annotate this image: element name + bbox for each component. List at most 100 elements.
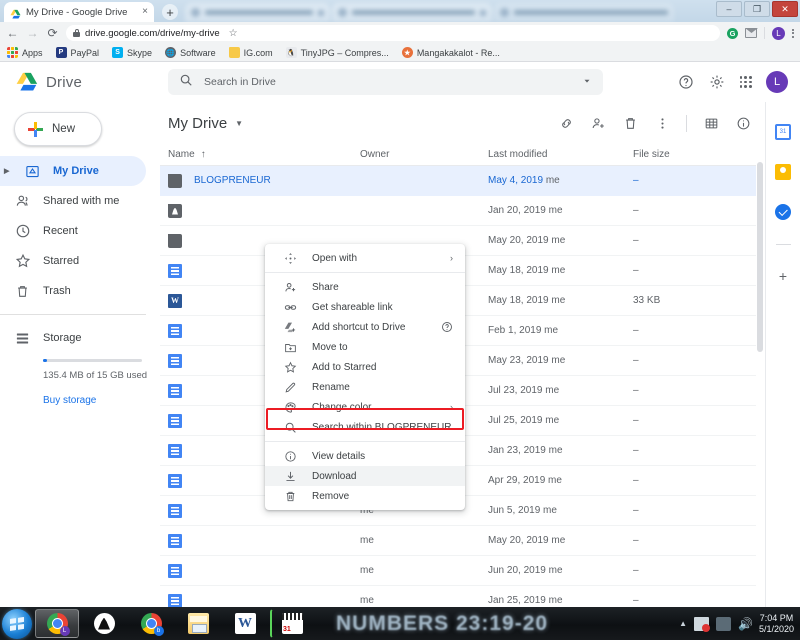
trash-icon[interactable] <box>622 115 638 131</box>
sidebar-item-my-drive[interactable]: ▶ My Drive <box>0 156 146 186</box>
settings-gear-icon[interactable] <box>709 74 726 91</box>
menu-item-share[interactable]: Share <box>265 277 465 297</box>
google-keep-icon[interactable] <box>775 164 791 180</box>
taskbar-item-file-explorer[interactable] <box>176 609 220 638</box>
file-name-cell[interactable]: BLOGPRENEUR <box>160 173 360 188</box>
search-bar[interactable]: Search in Drive <box>168 69 603 95</box>
table-row[interactable]: BLOGPRENEUR May 4, 2019 me – <box>160 166 765 196</box>
browser-tab-active[interactable]: My Drive - Google Drive × <box>4 2 154 22</box>
sort-ascending-icon[interactable]: ↑ <box>201 149 206 160</box>
drive-logo-area[interactable]: Drive <box>0 72 160 92</box>
bookmark-skype[interactable]: S Skype <box>112 47 152 58</box>
browser-tab-blurred-1[interactable] <box>185 3 330 22</box>
grid-view-icon[interactable] <box>703 115 719 131</box>
table-row[interactable]: me Jan 25, 2019 me – <box>160 586 765 607</box>
extension-mail-icon[interactable] <box>745 28 757 38</box>
file-name-cell[interactable] <box>160 203 360 218</box>
info-icon[interactable] <box>735 115 751 131</box>
forward-button[interactable]: → <box>26 27 39 40</box>
search-options-chevron-down-icon[interactable] <box>582 73 592 91</box>
column-header-file-size[interactable]: File size <box>633 149 765 160</box>
add-person-icon[interactable] <box>590 115 606 131</box>
menu-item-add-shortcut-to-drive[interactable]: Add shortcut to Drive <box>265 317 465 337</box>
new-button[interactable]: New <box>14 112 102 146</box>
menu-item-search-within-folder[interactable]: Search within BLOGPRENEUR <box>265 417 465 437</box>
taskbar-item-chrome[interactable]: L <box>35 609 79 638</box>
window-maximize-button[interactable]: ❐ <box>744 1 770 17</box>
google-tasks-icon[interactable] <box>775 204 791 220</box>
file-name-cell[interactable] <box>160 563 360 578</box>
menu-item-view-details[interactable]: View details <box>265 446 465 466</box>
bookmark-paypal[interactable]: P PayPal <box>55 47 99 58</box>
window-minimize-button[interactable]: – <box>716 1 742 17</box>
sidebar-item-recent[interactable]: Recent <box>0 216 146 246</box>
chrome-menu-icon[interactable] <box>792 28 794 38</box>
display-icon[interactable] <box>716 616 731 631</box>
back-button[interactable]: ← <box>6 27 19 40</box>
extension-grammarly-icon[interactable]: G <box>727 27 738 39</box>
table-row[interactable]: me Jun 20, 2019 me – <box>160 556 765 586</box>
expand-caret-icon[interactable]: ▶ <box>4 167 9 175</box>
column-header-name[interactable]: Name ↑ <box>160 149 360 160</box>
table-row[interactable]: me May 20, 2019 me – <box>160 526 765 556</box>
file-explorer-icon <box>187 613 209 634</box>
menu-item-get-shareable-link[interactable]: Get shareable link <box>265 297 465 317</box>
tab-close-icon[interactable] <box>318 9 324 16</box>
column-header-last-modified[interactable]: Last modified <box>488 149 633 160</box>
bookmark-igcom[interactable]: IG.com <box>228 47 273 58</box>
menu-item-label: Add to Starred <box>312 361 377 373</box>
menu-item-change-color[interactable]: Change color › <box>265 397 465 417</box>
new-tab-button[interactable]: + <box>162 4 178 20</box>
link-icon[interactable] <box>558 115 574 131</box>
taskbar-clock[interactable]: 7:04 PM 5/1/2020 <box>759 613 800 635</box>
more-vertical-icon[interactable] <box>654 115 670 131</box>
show-hidden-icons-caret[interactable]: ▲ <box>679 619 687 628</box>
tab-close-icon[interactable] <box>480 9 486 16</box>
buy-storage-link[interactable]: Buy storage <box>0 395 160 406</box>
account-avatar[interactable]: L <box>766 71 788 93</box>
help-icon[interactable] <box>678 74 695 91</box>
taskbar-item-chrome-2[interactable]: b <box>129 609 173 638</box>
window-close-button[interactable]: ✕ <box>772 1 798 17</box>
google-apps-waffle-icon[interactable] <box>739 75 752 89</box>
tab-title-blurred <box>352 10 475 15</box>
bookmark-tinyjpg[interactable]: 🐧 TinyJPG – Compres... <box>285 47 389 58</box>
sidebar-item-trash[interactable]: Trash <box>0 276 146 306</box>
google-calendar-icon[interactable] <box>775 124 791 140</box>
sidebar-item-storage[interactable]: Storage <box>0 323 146 353</box>
table-row[interactable]: Jan 20, 2019 me – <box>160 196 765 226</box>
bookmark-apps[interactable]: Apps <box>7 47 43 58</box>
windows-start-button[interactable] <box>2 608 32 639</box>
taskbar-item-anydesk[interactable] <box>82 609 126 638</box>
file-name-cell[interactable] <box>160 533 360 548</box>
browser-tab-blurred-3[interactable] <box>494 3 674 22</box>
menu-item-remove[interactable]: Remove <box>265 486 465 506</box>
add-addon-icon[interactable]: + <box>779 269 787 283</box>
address-bar[interactable]: drive.google.com/drive/my-drive ☆ <box>66 25 720 41</box>
bookmark-mangakakalot[interactable]: ★ Mangakakalot - Re... <box>401 47 500 58</box>
volume-icon[interactable]: 🔊 <box>738 617 753 631</box>
bookmark-software[interactable]: 🌐 Software <box>165 47 216 58</box>
bookmark-star-icon[interactable]: ☆ <box>229 28 238 39</box>
menu-item-add-to-starred[interactable]: Add to Starred <box>265 357 465 377</box>
column-header-owner[interactable]: Owner <box>360 149 488 160</box>
breadcrumb-chevron-down-icon[interactable]: ▼ <box>235 119 243 128</box>
browser-profile-avatar[interactable]: L <box>772 26 785 40</box>
menu-item-open-with[interactable]: Open with › <box>265 248 465 268</box>
taskbar-item-word[interactable]: W <box>223 609 267 638</box>
search-input[interactable]: Search in Drive <box>204 76 571 88</box>
file-name-cell[interactable] <box>160 593 360 607</box>
network-error-icon[interactable] <box>694 616 710 632</box>
help-icon[interactable] <box>441 321 453 333</box>
taskbar-item-calendar[interactable] <box>270 609 314 638</box>
tab-close-icon[interactable]: × <box>142 7 148 17</box>
menu-item-move-to[interactable]: Move to <box>265 337 465 357</box>
sidebar-item-starred[interactable]: Starred <box>0 246 146 276</box>
sidebar-item-shared-with-me[interactable]: Shared with me <box>0 186 146 216</box>
menu-item-download[interactable]: Download <box>265 466 465 486</box>
browser-tab-blurred-2[interactable] <box>332 3 492 22</box>
menu-item-rename[interactable]: Rename <box>265 377 465 397</box>
content-scrollbar[interactable] <box>756 102 765 607</box>
breadcrumb[interactable]: My Drive <box>168 115 227 132</box>
reload-button[interactable]: ⟳ <box>46 27 59 40</box>
